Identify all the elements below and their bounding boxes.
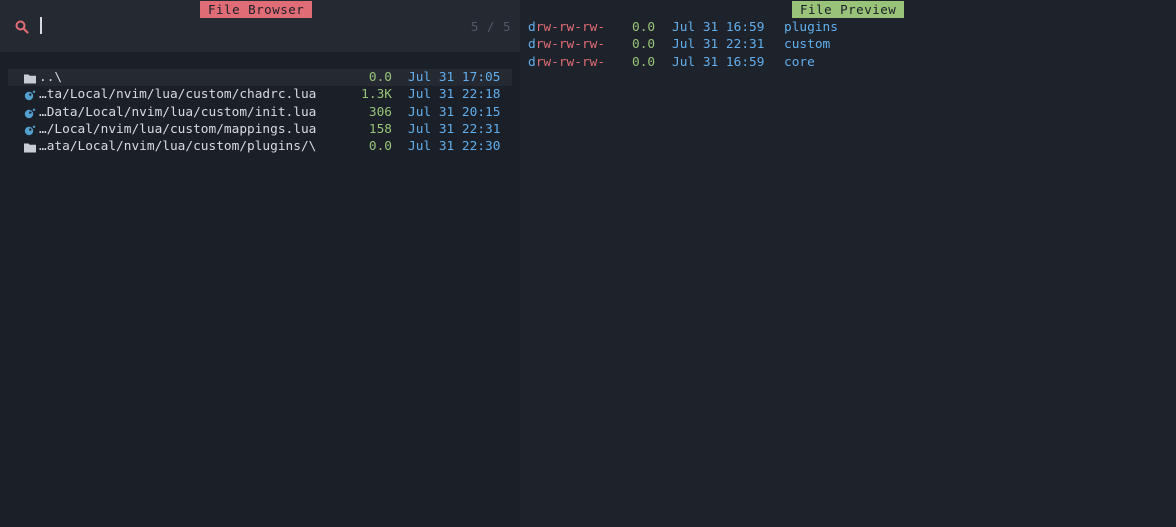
result-name: …/Local/nvim/lua/custom/mappings.lua: [39, 121, 317, 137]
result-row-parent[interactable]: ..\ 0.0 Jul 31 17:05: [8, 69, 512, 87]
result-date: Jul 31 22:30: [408, 139, 501, 155]
file-preview-pane: File Preview drw-rw-rw- 0.0 Jul 31 16:59…: [520, 0, 1176, 527]
file-browser-pane: 5 / 5 File Browser ..\ 0.0 Jul 31 17:05 …: [0, 0, 520, 527]
lua-icon: [24, 107, 36, 118]
entry-date: Jul 31 22:31: [672, 37, 765, 53]
permissions: drw-rw-rw-: [528, 37, 606, 53]
result-name: ..\: [39, 70, 63, 85]
permissions: drw-rw-rw-: [528, 20, 606, 35]
text-cursor: [40, 17, 42, 34]
entry-name: custom: [784, 37, 831, 53]
result-size: 306: [368, 104, 392, 120]
search-input[interactable]: [38, 17, 458, 35]
entry-name: plugins: [784, 20, 838, 35]
lua-icon: [24, 89, 36, 101]
results-list: ..\ 0.0 Jul 31 17:05 …ta/Local/nvim/lua/…: [8, 69, 512, 155]
result-size: 0.0: [368, 70, 392, 85]
lua-icon: [24, 124, 36, 136]
result-size: 0.0: [368, 139, 392, 155]
entry-size: 0.0: [632, 54, 656, 70]
folder-icon: [24, 141, 36, 153]
result-date: Jul 31 22:31: [408, 121, 501, 137]
entry-size: 0.0: [632, 20, 656, 35]
permissions: drw-rw-rw-: [528, 54, 606, 70]
entry-name: core: [784, 54, 815, 70]
entry-size: 0.0: [632, 37, 656, 53]
result-date: Jul 31 20:15: [408, 104, 501, 120]
result-row-init[interactable]: …Data/Local/nvim/lua/custom/init.lua 306…: [8, 104, 512, 121]
result-counter: 5 / 5: [470, 19, 511, 34]
result-size: 158: [368, 121, 392, 137]
result-row-chadrc[interactable]: …ta/Local/nvim/lua/custom/chadrc.lua 1.3…: [8, 86, 512, 103]
folder-icon: [24, 72, 36, 84]
entry-date: Jul 31 16:59: [672, 20, 765, 35]
entry-date: Jul 31 16:59: [672, 54, 765, 70]
result-date: Jul 31 22:18: [408, 87, 501, 103]
search-icon: [15, 20, 29, 34]
telescope-window: 5 / 5 File Browser ..\ 0.0 Jul 31 17:05 …: [0, 0, 1176, 527]
result-name: …ta/Local/nvim/lua/custom/chadrc.lua: [39, 87, 317, 103]
result-name: …Data/Local/nvim/lua/custom/init.lua: [39, 104, 317, 120]
result-row-mappings[interactable]: …/Local/nvim/lua/custom/mappings.lua 158…: [8, 121, 512, 138]
result-size: 1.3K: [361, 87, 392, 103]
result-name: …ata/Local/nvim/lua/custom/plugins/\: [39, 139, 317, 155]
result-row-plugins[interactable]: …ata/Local/nvim/lua/custom/plugins/\ 0.0…: [8, 138, 512, 155]
result-date: Jul 31 17:05: [408, 70, 501, 85]
file-browser-title: File Browser: [200, 1, 313, 18]
file-preview-title: File Preview: [792, 1, 905, 18]
